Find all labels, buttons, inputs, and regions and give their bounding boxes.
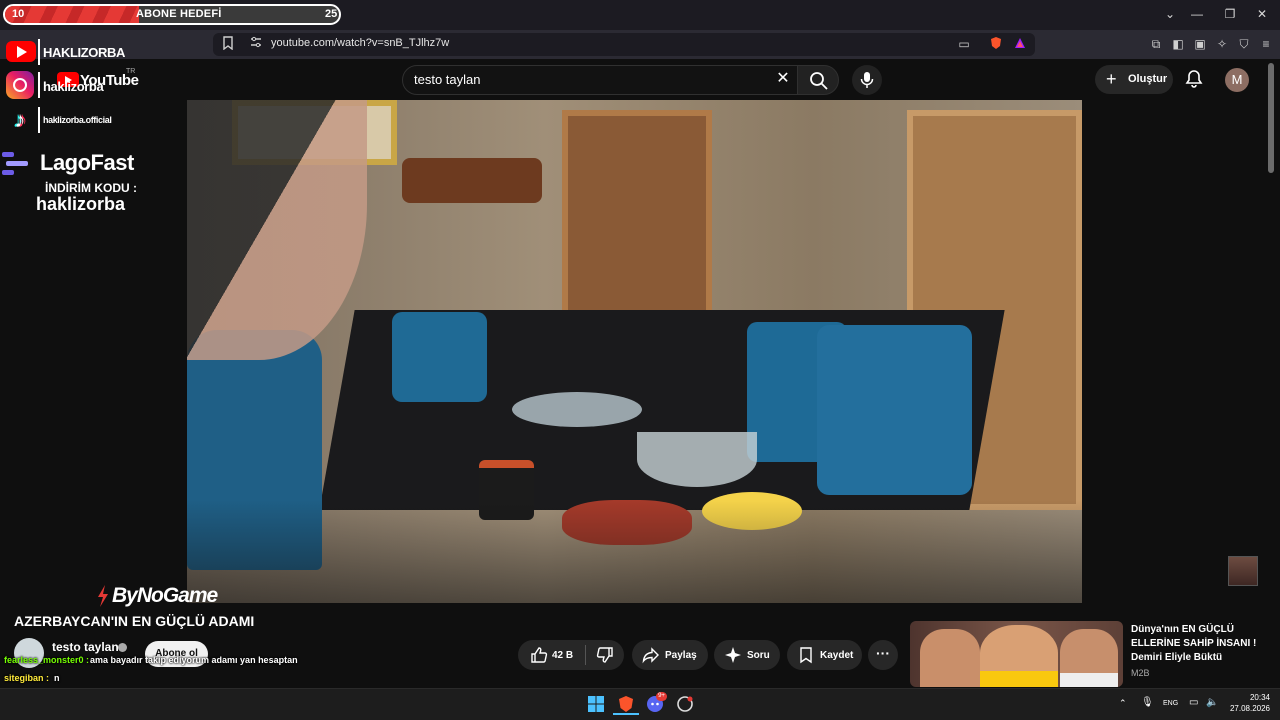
tiktok-icon: ♪ (14, 107, 26, 132)
dislike-button-icon[interactable] (596, 646, 614, 664)
close-window-icon[interactable]: ✕ (1254, 6, 1270, 22)
chat-username: sitegiban : (4, 673, 50, 683)
goal-current-count: 10 (12, 8, 25, 20)
brave-browser-taskbar-icon[interactable] (617, 695, 635, 713)
video-frame-shadow (187, 500, 1082, 603)
site-settings-icon[interactable] (248, 36, 264, 52)
tray-network-icon[interactable]: ▭ (1189, 697, 1198, 708)
save-label: Kaydet (820, 650, 854, 661)
vpn-icon[interactable]: ⛉ (1236, 36, 1252, 52)
windows-taskbar (0, 688, 1280, 720)
overlay-divider (38, 72, 40, 98)
minimize-icon[interactable]: — (1189, 6, 1205, 22)
clock-time: 20:34 (1249, 693, 1270, 702)
create-button-label: Oluştur (1128, 73, 1168, 85)
suggested-video-channel[interactable]: M2B (1131, 668, 1150, 678)
url-text[interactable]: youtube.com/watch?v=snB_TJlhz7w (271, 37, 449, 49)
share-icon (642, 647, 659, 664)
like-divider (585, 645, 586, 665)
video-frame-plaque (402, 158, 542, 203)
tab-list-chevron-icon[interactable]: ⌄ (1162, 6, 1178, 22)
more-horizontal-icon: ··· (876, 645, 890, 661)
clear-search-icon[interactable]: ✕ (774, 70, 792, 88)
tray-overflow-chevron-icon[interactable]: ⌃ (1119, 698, 1127, 709)
video-frame-fruit-bowl (637, 432, 757, 487)
video-frame-chair-back (392, 312, 487, 402)
tray-microphone-icon[interactable]: 🎙 (1141, 697, 1154, 708)
search-icon (810, 72, 828, 90)
windows-start-icon[interactable] (588, 696, 604, 712)
bynogame-logo-icon (98, 585, 108, 607)
video-title: AZERBAYCAN'IN EN GÜÇLÜ ADAMI (14, 613, 255, 629)
ask-label: Soru (747, 650, 770, 661)
chat-message: ama bayadır takip ediyorum adamı yan hes… (90, 655, 298, 665)
leo-ai-icon[interactable]: ✧ (1214, 36, 1230, 52)
notifications-bell-icon[interactable] (1184, 69, 1204, 89)
overlay-divider (38, 107, 40, 133)
video-player[interactable] (187, 100, 1082, 603)
channel-name[interactable]: testo taylan (52, 640, 119, 654)
subscriber-goal-bar: 10 ABONE HEDEFİ 25 (3, 4, 341, 25)
youtube-handle: HAKLIZORBA (43, 45, 125, 60)
chat-username: fearless_monster0 : (4, 655, 90, 665)
clock-date: 27.08.2026 (1229, 704, 1270, 713)
search-query-text[interactable]: testo taylan (414, 72, 481, 87)
voice-search-button[interactable] (852, 65, 882, 95)
like-button-icon[interactable] (530, 646, 548, 664)
thumbnail-person-center (980, 625, 1058, 687)
thumbnail-person-right (1060, 629, 1118, 687)
video-frame-chair-right (817, 325, 972, 495)
brave-rewards-icon[interactable] (1012, 36, 1028, 52)
youtube-icon (6, 41, 36, 62)
like-count[interactable]: 42 B (552, 650, 573, 661)
goal-progress-fill (5, 6, 139, 23)
account-avatar[interactable]: M (1225, 68, 1249, 92)
goal-label: ABONE HEDEFİ (136, 8, 222, 20)
taskbar-clock[interactable]: 20:34 27.08.2026 (1230, 692, 1270, 714)
overlay-divider (38, 39, 40, 65)
instagram-icon (6, 71, 34, 99)
wallet-icon[interactable]: ▣ (1192, 36, 1208, 52)
thumbnail-person-left (920, 629, 980, 687)
cast-icon[interactable]: ▭ (956, 36, 972, 52)
active-app-indicator (613, 713, 639, 715)
suggested-video-thumbnail[interactable] (910, 621, 1123, 687)
sidebar-icon[interactable]: ◧ (1170, 36, 1186, 52)
video-frame-bowl (512, 392, 642, 427)
bynogame-logo-text: ByNoGame (112, 584, 218, 607)
menu-icon[interactable]: ≡ (1258, 36, 1274, 52)
save-bookmark-icon (800, 647, 812, 664)
instagram-handle: haklizorba (43, 79, 104, 94)
app-taskbar-icon[interactable] (676, 695, 694, 713)
share-label: Paylaş (665, 650, 697, 661)
goal-target-count: 25 (325, 8, 338, 20)
microphone-icon (860, 72, 874, 88)
discount-code: haklizorba (36, 194, 126, 214)
page-scrollbar[interactable] (1268, 63, 1274, 173)
suggested-video-title[interactable]: Dünya'nın EN GÜÇLÜ ELLERİNE SAHİP İNSANI… (1131, 623, 1271, 665)
search-button[interactable] (797, 65, 839, 95)
sponsor-name: LagoFast (40, 150, 134, 175)
notification-badge: 9+ (656, 692, 667, 701)
bookmark-icon[interactable] (220, 36, 236, 52)
verified-check-icon (118, 643, 127, 652)
tiktok-handle: haklizorba.official (43, 115, 112, 125)
chat-message: n (54, 673, 60, 683)
lagofast-logo-icon (2, 152, 28, 175)
discount-code-label: İNDİRİM KODU : (45, 181, 137, 195)
youtube-region-code: TR (126, 68, 136, 75)
brave-shields-icon[interactable] (988, 36, 1004, 52)
maximize-icon[interactable]: ❐ (1222, 6, 1238, 22)
tray-volume-icon[interactable]: 🔈 (1206, 697, 1218, 708)
plus-icon: + (1106, 69, 1117, 89)
webcam-thumbnail (1228, 556, 1258, 586)
input-language[interactable]: ENG (1163, 700, 1178, 707)
sparkle-icon (725, 647, 741, 663)
extensions-icon[interactable]: ⧉ (1148, 36, 1164, 52)
